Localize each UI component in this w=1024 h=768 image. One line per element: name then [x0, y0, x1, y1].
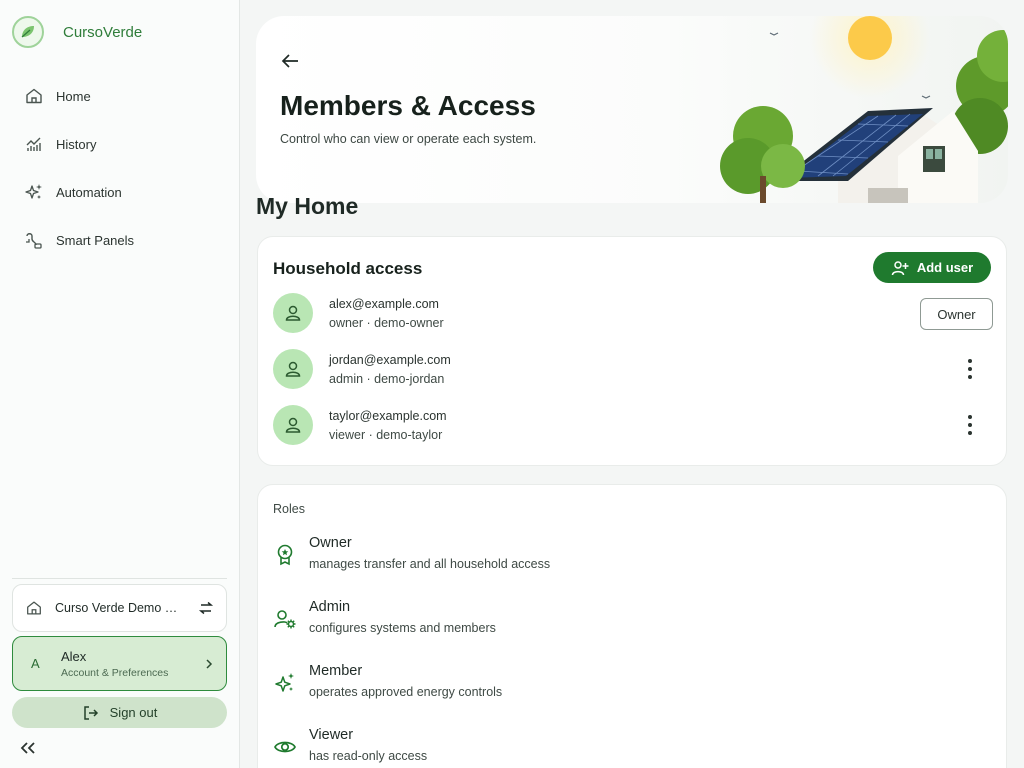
role-row: Viewer has read-only access [273, 727, 873, 768]
page-subtitle: Control who can view or operate each sys… [280, 132, 537, 146]
sidebar-item-label: Home [56, 88, 91, 104]
badge-icon [277, 544, 293, 566]
double-chevron-left-icon [20, 742, 35, 754]
sign-out-button[interactable]: Sign out [12, 697, 227, 728]
sparkle-icon [275, 673, 294, 692]
person-icon [273, 349, 313, 389]
home-name-heading: My Home [256, 193, 359, 219]
member-email: taylor@example.com [329, 408, 447, 423]
home-icon [27, 601, 41, 615]
role-description: has read-only access [309, 749, 428, 763]
member-role: owner · demo-owner [329, 315, 444, 330]
leaf-logo-icon [12, 16, 44, 48]
role-row: Owner manages transfer and all household… [273, 535, 873, 579]
more-options-icon[interactable] [967, 415, 973, 435]
sidebar: CursoVerde Home History Automation Smart… [0, 0, 240, 768]
sidebar-item-label: Smart Panels [56, 232, 135, 248]
role-name: Admin [309, 599, 351, 615]
avatar: A [31, 656, 40, 671]
account-button[interactable]: A Alex Account & Preferences [12, 636, 227, 691]
account-name: Alex [61, 648, 87, 664]
add-person-icon [891, 260, 909, 275]
role-description: operates approved energy controls [309, 685, 503, 699]
role-name: Viewer [309, 727, 354, 743]
sign-out-label: Sign out [109, 705, 158, 720]
member-row: alex@example.com owner · demo-owner Owne… [273, 291, 993, 335]
more-options-icon[interactable] [967, 359, 973, 379]
member-role: admin · demo-jordan [329, 371, 445, 386]
household-access-title: Household access [273, 259, 423, 278]
add-user-label: Add user [916, 260, 974, 275]
add-user-button[interactable]: Add user [873, 252, 991, 283]
sidebar-item-home[interactable]: Home [12, 72, 228, 120]
owner-chip[interactable]: Owner [920, 298, 993, 330]
person-icon [273, 405, 313, 445]
sidebar-item-automation[interactable]: Automation [12, 168, 228, 216]
role-row: Member operates approved energy controls [273, 663, 873, 707]
sidebar-nav: Home History Automation Smart Panels [12, 72, 228, 264]
user-gear-icon [274, 610, 296, 629]
sidebar-divider [12, 578, 227, 579]
member-row: taylor@example.com viewer · demo-taylor [273, 403, 993, 447]
role-description: manages transfer and all household acces… [309, 557, 551, 571]
sidebar-item-label: History [56, 136, 97, 152]
role-name: Owner [309, 535, 352, 551]
household-access-card: Household access Add user alex@example.c… [257, 236, 1007, 466]
role-description: configures systems and members [309, 621, 496, 635]
brand[interactable]: CursoVerde [12, 16, 142, 48]
solar-house-illustration [720, 16, 1008, 203]
arrow-left-icon [281, 54, 298, 68]
home-selector[interactable]: Curso Verde Demo Ho... [12, 584, 227, 632]
brand-name: CursoVerde [63, 23, 143, 41]
page-title: Members & Access [280, 90, 536, 121]
chart-icon [26, 137, 41, 151]
member-row: jordan@example.com admin · demo-jordan [273, 347, 993, 391]
chevron-right-icon [206, 658, 213, 669]
role-row: Admin configures systems and members [273, 599, 873, 643]
person-icon [273, 293, 313, 333]
swap-icon [198, 601, 214, 615]
roles-label: Roles [273, 502, 305, 516]
home-icon [26, 88, 42, 104]
logout-icon [83, 705, 98, 720]
member-email: jordan@example.com [329, 352, 451, 367]
role-name: Member [309, 663, 363, 679]
member-role: viewer · demo-taylor [329, 427, 443, 442]
account-subtitle: Account & Preferences [61, 666, 169, 679]
home-selector-label: Curso Verde Demo Ho... [55, 601, 186, 615]
member-email: alex@example.com [329, 296, 439, 311]
collapse-sidebar-button[interactable] [18, 738, 38, 758]
sidebar-item-history[interactable]: History [12, 120, 228, 168]
eye-icon [274, 741, 296, 753]
sidebar-item-smart-panels[interactable]: Smart Panels [12, 216, 228, 264]
sidebar-item-label: Automation [56, 184, 122, 200]
sparkle-icon [25, 184, 42, 199]
roles-card: Roles Owner manages transfer and all hou… [257, 484, 1007, 768]
back-button[interactable] [280, 48, 320, 74]
panel-icon [26, 233, 42, 249]
